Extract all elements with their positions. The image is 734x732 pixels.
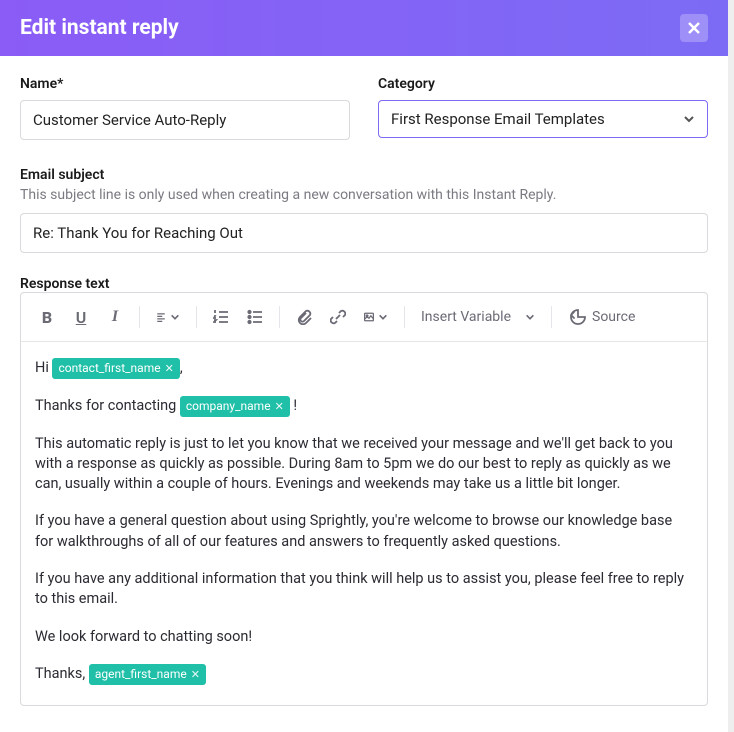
toolbar-separator [404,306,405,328]
italic-button[interactable]: I [99,301,131,333]
subject-section: Email subject This subject line is only … [20,164,708,253]
align-dropdown[interactable] [148,301,188,333]
source-label: Source [592,309,635,325]
align-left-icon [156,312,166,322]
tag-remove-icon[interactable]: ✕ [275,399,284,414]
link-icon [330,309,346,325]
editor-toolbar: B U I [21,293,707,342]
image-icon [364,312,374,322]
close-button[interactable] [680,14,708,42]
modal-header: Edit instant reply [0,0,728,56]
attachment-button[interactable] [288,301,320,333]
body-text: If you have a general question about usi… [35,511,693,552]
name-field: Name [20,76,350,140]
variable-tag-company-name[interactable]: company_name✕ [180,396,290,417]
ordered-list-button[interactable] [205,301,237,333]
ordered-list-icon [213,309,229,325]
toolbar-separator [551,306,552,328]
edit-instant-reply-modal: Edit instant reply Name Category First R… [0,0,734,732]
variable-tag-contact-first-name[interactable]: contact_first_name✕ [52,358,179,379]
body-text: Thanks for contacting [35,397,180,414]
unordered-list-button[interactable] [239,301,271,333]
editor-textarea[interactable]: Hi contact_first_name✕, Thanks for conta… [21,342,707,705]
category-selected-value: First Response Email Templates [391,110,605,128]
source-button[interactable]: Source [560,301,643,333]
chevron-down-icon [378,312,388,322]
category-select[interactable]: First Response Email Templates [378,100,708,138]
modal-title: Edit instant reply [20,16,179,40]
rich-text-editor: B U I [20,292,708,706]
name-label: Name [20,76,350,92]
link-button[interactable] [322,301,354,333]
toolbar-separator [139,306,140,328]
toolbar-separator [196,306,197,328]
chevron-down-icon [525,312,535,322]
response-label: Response text [20,276,109,292]
category-field: Category First Response Email Templates [378,76,708,140]
response-section: Response text B U I [20,273,708,706]
subject-input[interactable] [20,213,708,253]
body-text: This automatic reply is just to let you … [35,434,693,495]
variable-tag-agent-first-name[interactable]: agent_first_name✕ [89,664,206,685]
tag-remove-icon[interactable]: ✕ [191,667,200,682]
modal-body: Name Category First Response Email Templ… [0,56,728,732]
body-text: ! [290,397,297,414]
body-text: Thanks, [35,665,89,682]
body-text: Hi [35,359,52,376]
subject-label: Email subject [20,167,104,183]
image-dropdown[interactable] [356,301,396,333]
subject-help-text: This subject line is only used when crea… [20,187,708,203]
name-input[interactable] [20,100,350,140]
insert-variable-dropdown[interactable]: Insert Variable [413,301,543,333]
bold-button[interactable]: B [31,301,63,333]
chevron-down-icon [683,113,695,125]
insert-variable-label: Insert Variable [421,309,511,325]
paperclip-icon [296,309,312,325]
close-icon [687,21,701,35]
source-icon [568,308,586,326]
chevron-down-icon [170,312,180,322]
tag-remove-icon[interactable]: ✕ [165,361,174,376]
unordered-list-icon [247,309,263,325]
category-label: Category [378,76,708,92]
underline-button[interactable]: U [65,301,97,333]
toolbar-separator [279,306,280,328]
body-text: We look forward to chatting soon! [35,627,693,647]
body-text: If you have any additional information t… [35,569,693,610]
body-text: , [180,359,183,376]
